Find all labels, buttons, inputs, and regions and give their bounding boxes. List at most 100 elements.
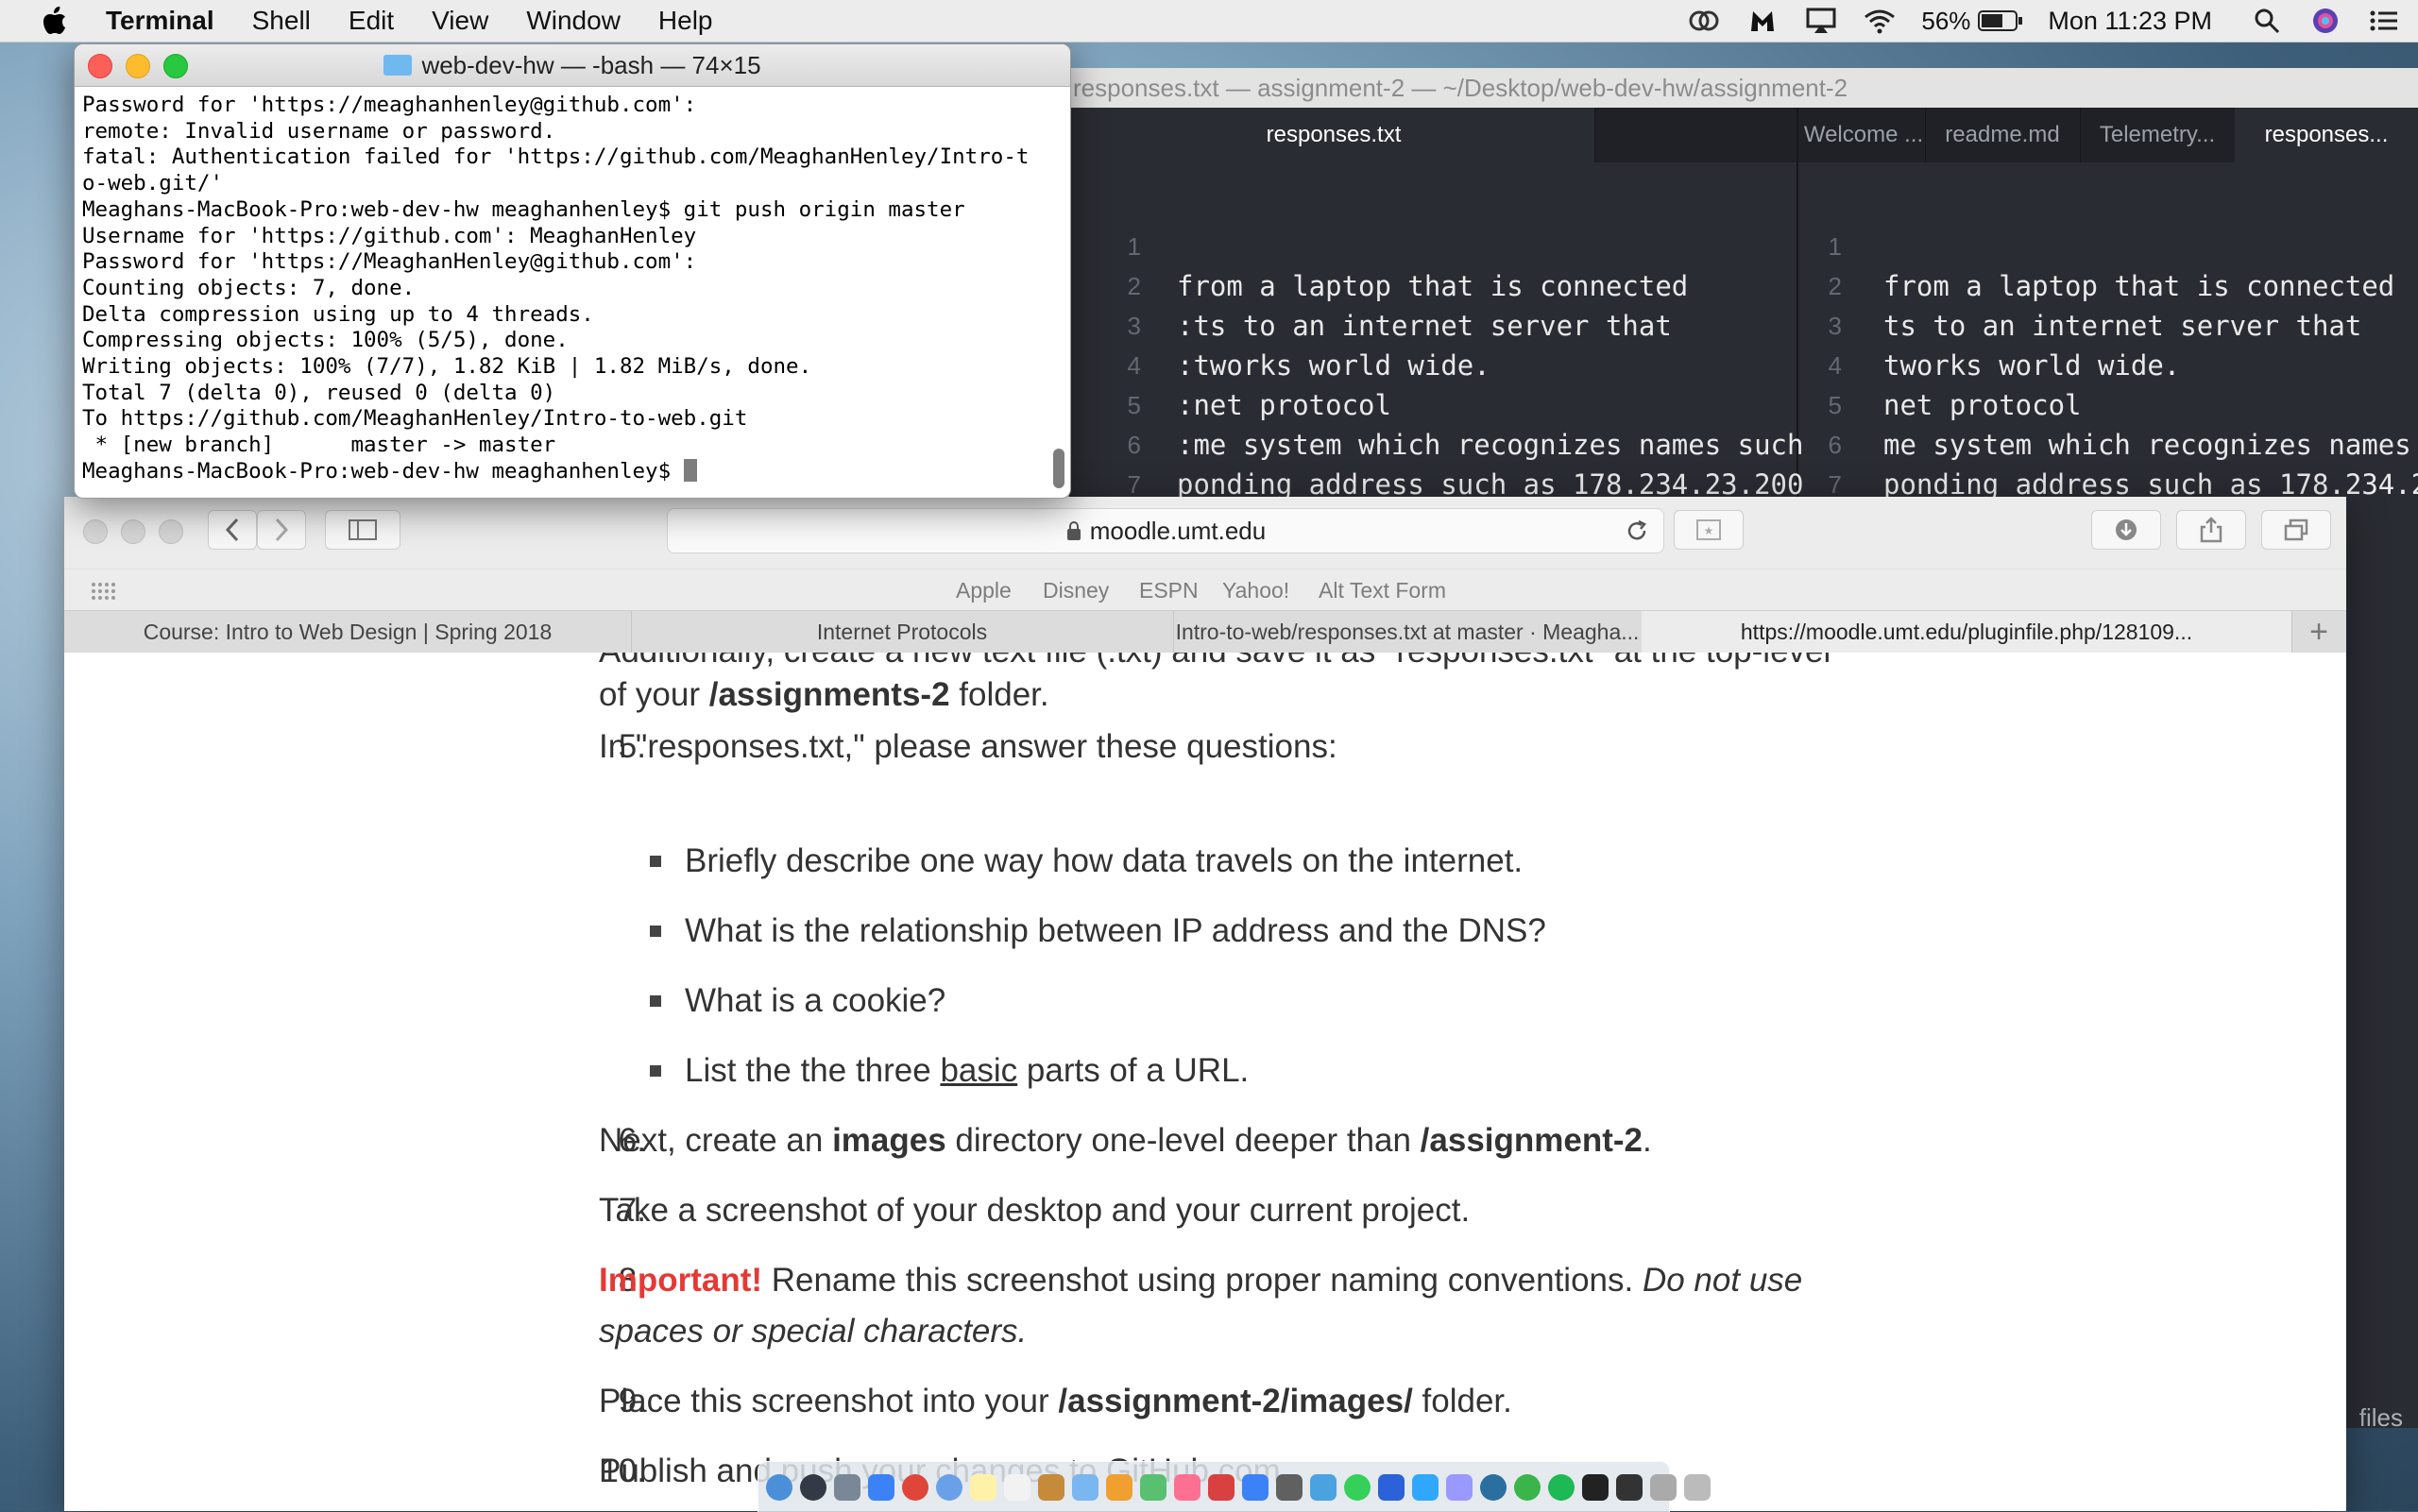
editor-line: :me system which recognizes names such <box>1177 429 1804 461</box>
dock-app-icon[interactable] <box>1310 1473 1337 1501</box>
editor-tab-readme[interactable]: readme.md <box>1925 108 2081 162</box>
text-cursor <box>683 458 697 482</box>
favorite-yahoo[interactable]: Yahoo! <box>1222 569 1289 611</box>
menu-clock[interactable]: Mon 11:23 PM <box>2048 7 2212 36</box>
terminal-line: Meaghans-MacBook-Pro:web-dev-hw meaghanh… <box>82 196 965 222</box>
line-number: 6 <box>1828 431 1842 459</box>
terminal-line: Password for 'https://meaghanhenley@gith… <box>82 93 697 117</box>
favorite-espn[interactable]: ESPN <box>1139 569 1199 611</box>
dock-app-icon[interactable] <box>1038 1473 1064 1501</box>
menu-view[interactable]: View <box>432 6 488 36</box>
zoom-button[interactable] <box>159 519 183 544</box>
terminal-scrollbar[interactable] <box>1053 449 1064 488</box>
address-bar[interactable]: moodle.umt.edu <box>667 508 1664 553</box>
reload-icon[interactable] <box>1624 518 1650 551</box>
dock-app-icon[interactable] <box>1548 1473 1575 1501</box>
dock-app-icon[interactable] <box>1480 1473 1507 1501</box>
battery-icon[interactable] <box>1978 7 2023 35</box>
menu-app-terminal[interactable]: Terminal <box>106 6 214 36</box>
dock-app-icon[interactable] <box>766 1473 792 1501</box>
dock-app-icon[interactable] <box>1072 1473 1098 1501</box>
dock-app-icon[interactable] <box>1106 1473 1132 1501</box>
terminal-output[interactable]: Password for 'https://meaghanhenley@gith… <box>75 87 1070 491</box>
apple-menu-icon[interactable] <box>36 7 74 35</box>
creative-cloud-icon[interactable] <box>1687 7 1721 35</box>
tab-internet-protocols[interactable]: Internet Protocols <box>631 611 1174 653</box>
line-number: 7 <box>1127 470 1141 499</box>
tab-course[interactable]: Course: Intro to Web Design | Spring 201… <box>64 611 632 653</box>
dock-app-icon[interactable] <box>970 1473 996 1501</box>
favorite-disney[interactable]: Disney <box>1043 569 1109 611</box>
dock-app-icon[interactable] <box>1140 1473 1166 1501</box>
dock-app-icon[interactable] <box>936 1473 962 1501</box>
dock-app-icon[interactable] <box>1242 1473 1269 1501</box>
menu-edit[interactable]: Edit <box>349 6 394 36</box>
notification-center-icon[interactable] <box>2367 7 2401 35</box>
menu-shell[interactable]: Shell <box>252 6 311 36</box>
zoom-button[interactable] <box>163 54 188 78</box>
wifi-icon[interactable] <box>1863 7 1897 35</box>
dock-app-icon[interactable] <box>868 1473 894 1501</box>
malwarebytes-icon[interactable] <box>1745 7 1779 35</box>
favorite-apple[interactable]: Apple <box>956 569 1012 611</box>
line-number: 2 <box>1828 272 1842 300</box>
share-icon[interactable] <box>2176 510 2246 550</box>
dock-app-icon[interactable] <box>1684 1473 1711 1501</box>
safari-window: moodle.umt.edu ★ Apple Disney ESPN Yahoo… <box>64 497 2346 1511</box>
siri-icon[interactable] <box>2308 7 2342 35</box>
editor-tab-responses-right[interactable]: responses... <box>2235 108 2418 162</box>
reader-extension-button[interactable]: ★ <box>1674 510 1744 550</box>
forward-button[interactable] <box>257 510 306 550</box>
new-tab-button[interactable]: + <box>2291 611 2346 653</box>
editor-tab-responses[interactable]: responses.txt <box>1069 108 1595 162</box>
minimize-button[interactable] <box>126 54 150 78</box>
back-button[interactable] <box>208 510 257 550</box>
folder-icon <box>383 55 413 76</box>
menu-help[interactable]: Help <box>658 6 713 36</box>
tab-overview-icon[interactable] <box>2261 510 2331 550</box>
editor-tab-welcome[interactable]: Welcome ... <box>1802 108 1926 162</box>
safari-toolbar: moodle.umt.edu ★ <box>64 497 2346 569</box>
dock-app-icon[interactable] <box>1616 1473 1643 1501</box>
airplay-icon[interactable] <box>1804 7 1838 35</box>
terminal-titlebar[interactable]: web-dev-hw — -bash — 74×15 <box>75 44 1070 87</box>
terminal-prompt-line: Meaghans-MacBook-Pro:web-dev-hw meaghanh… <box>82 458 1063 485</box>
editor-line: ts to an internet server that <box>1883 310 2362 342</box>
bullet-marker <box>650 1065 661 1077</box>
minimize-button[interactable] <box>121 519 145 544</box>
dock-app-icon[interactable] <box>834 1473 860 1501</box>
dock-app-icon[interactable] <box>1276 1473 1303 1501</box>
spotlight-search-icon[interactable] <box>2250 7 2284 35</box>
lock-icon <box>1065 520 1082 541</box>
line-number: 5 <box>1127 391 1141 419</box>
line-number: 3 <box>1127 312 1141 340</box>
dock-app-icon[interactable] <box>1582 1473 1609 1501</box>
dock-app-icon[interactable] <box>1208 1473 1235 1501</box>
basic-link[interactable]: basic <box>940 1052 1017 1089</box>
line-number: 3 <box>1828 312 1842 340</box>
dock-app-icon[interactable] <box>1344 1473 1371 1501</box>
close-button[interactable] <box>88 54 112 78</box>
dock-app-icon[interactable] <box>1174 1473 1200 1501</box>
important-label: Important! <box>599 1262 763 1299</box>
bullet-item: What is a cookie? <box>685 982 946 1019</box>
tab-github-responses[interactable]: Intro-to-web/responses.txt at master · M… <box>1173 611 1643 653</box>
dock-app-icon[interactable] <box>800 1473 826 1501</box>
dock-app-icon[interactable] <box>902 1473 928 1501</box>
tab-moodle-pdf[interactable]: https://moodle.umt.edu/pluginfile.php/12… <box>1642 611 2292 653</box>
line-number: 5 <box>1828 391 1842 419</box>
close-button[interactable] <box>83 519 108 544</box>
dock-app-icon[interactable] <box>1650 1473 1677 1501</box>
downloads-icon[interactable] <box>2091 510 2161 550</box>
dock-app-icon[interactable] <box>1378 1473 1405 1501</box>
editor-line: tworks world wide. <box>1883 349 2181 382</box>
dock-app-icon[interactable] <box>1004 1473 1030 1501</box>
dock-app-icon[interactable] <box>1446 1473 1473 1501</box>
editor-tab-telemetry[interactable]: Telemetry... <box>2080 108 2236 162</box>
line-number: 2 <box>1127 272 1141 300</box>
menu-window[interactable]: Window <box>526 6 621 36</box>
dock-app-icon[interactable] <box>1412 1473 1439 1501</box>
dock-app-icon[interactable] <box>1514 1473 1541 1501</box>
favorite-alt-text-form[interactable]: Alt Text Form <box>1319 569 1446 611</box>
sidebar-toggle-button[interactable] <box>325 510 400 550</box>
